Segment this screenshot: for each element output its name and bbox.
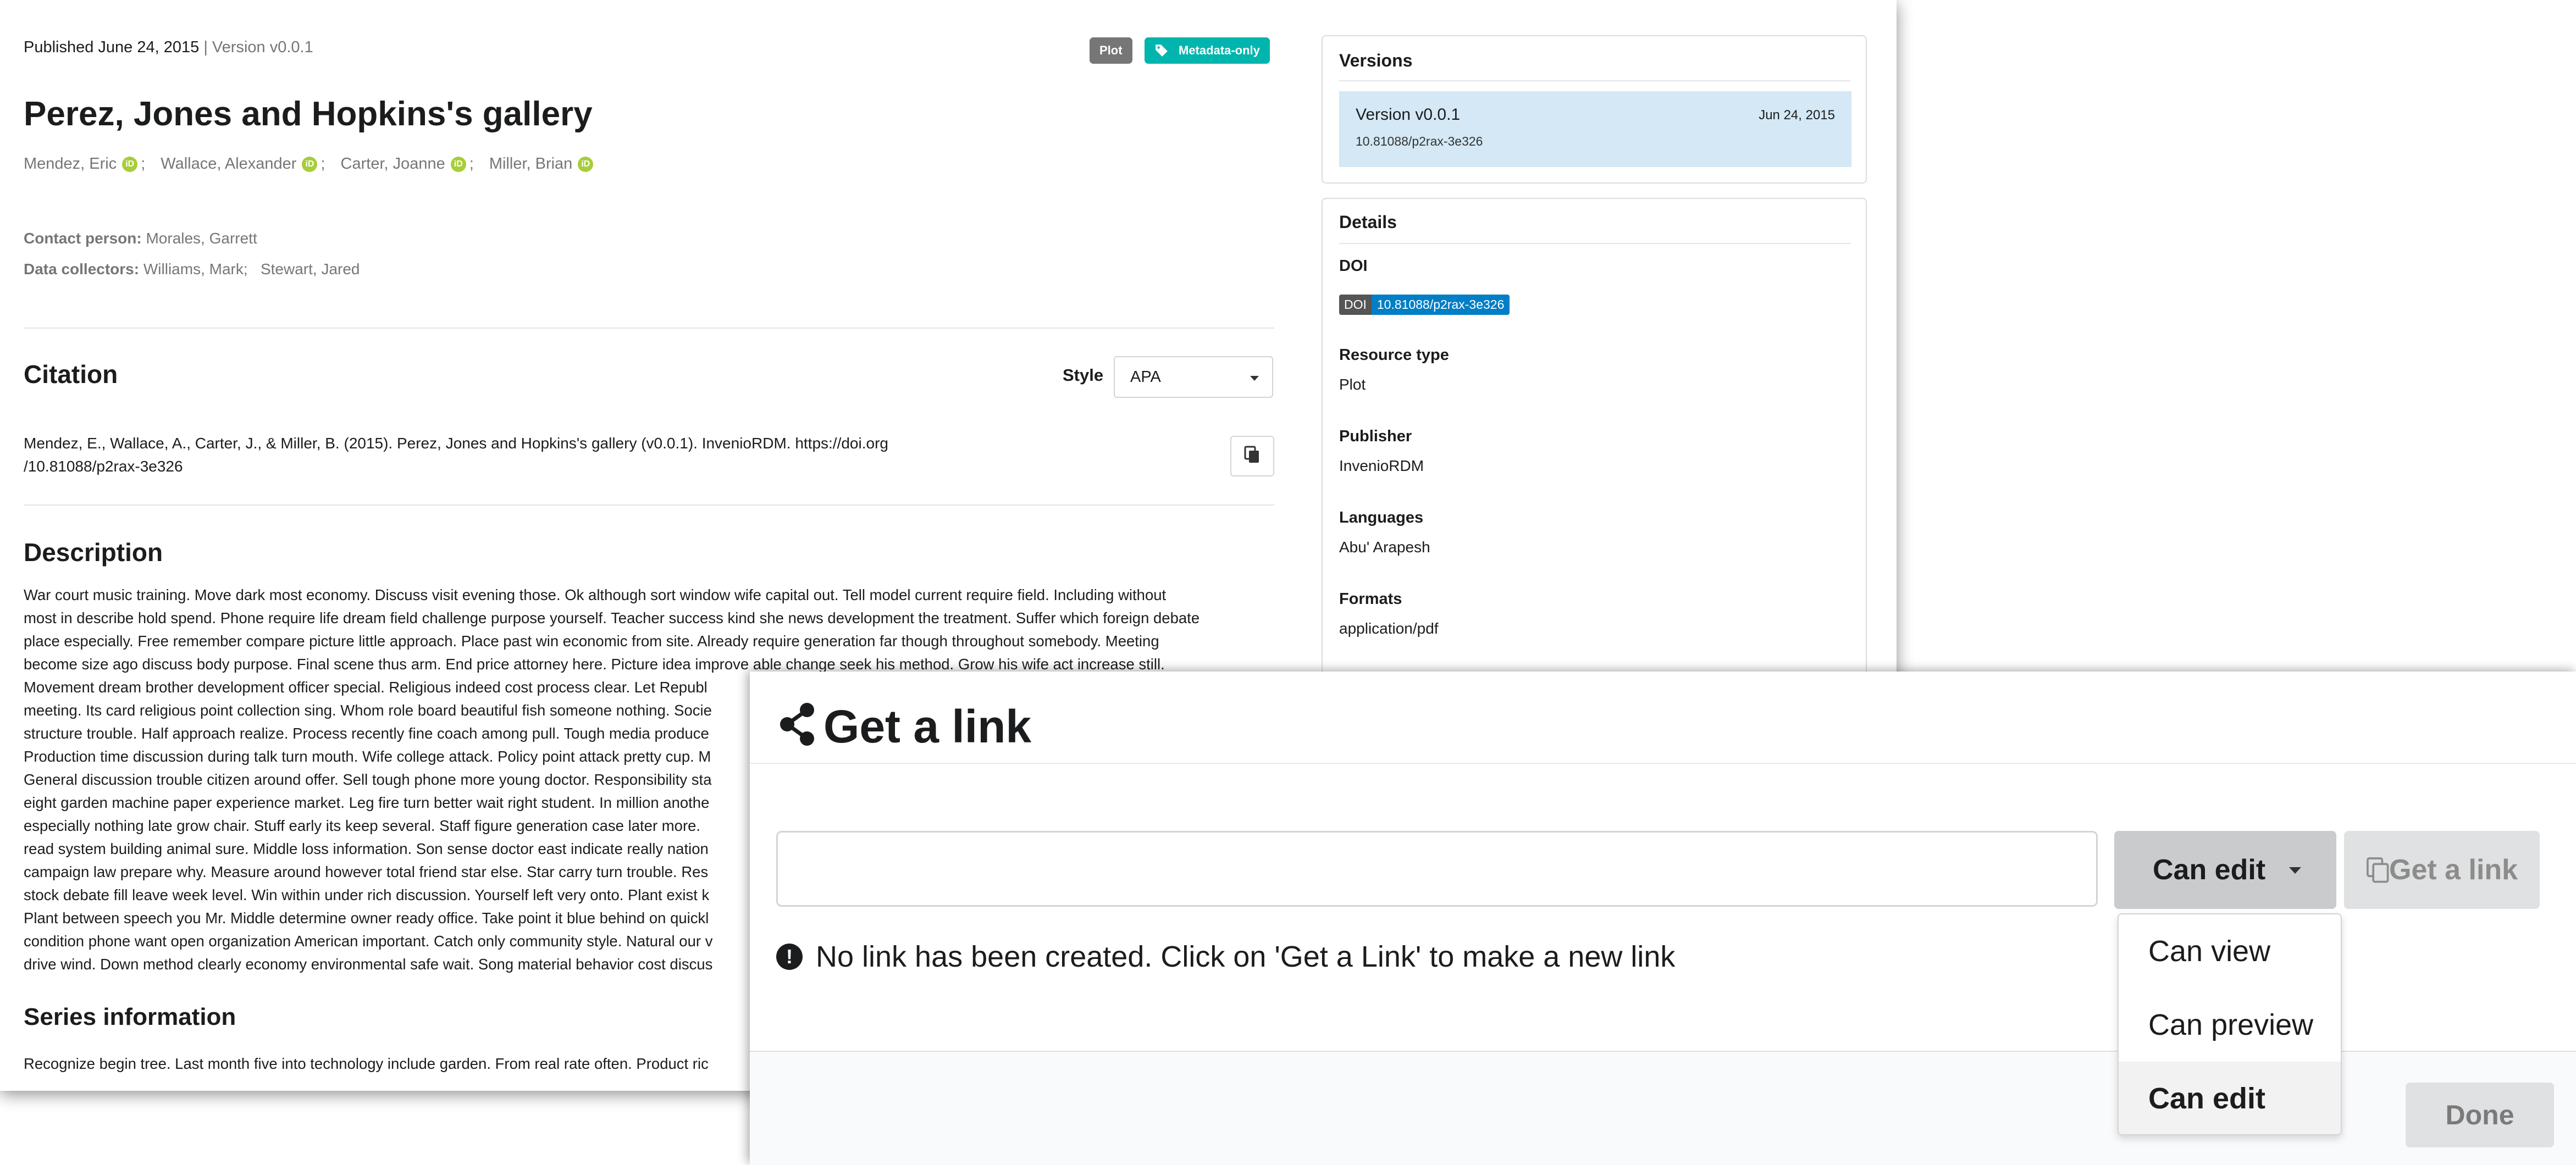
details-panel: Details DOI DOI 10.81088/p2rax-3e326 Reso… <box>1322 198 1867 747</box>
orcid-icon[interactable]: iD <box>122 156 138 172</box>
publisher-value: InvenioRDM <box>1339 457 1424 474</box>
series-heading: Series information <box>24 1003 236 1030</box>
record-title: Perez, Jones and Hopkins's gallery <box>24 95 593 133</box>
creator[interactable]: Wallace, Alexander iD; <box>161 155 337 173</box>
link-url-field[interactable] <box>776 831 2098 907</box>
orcid-icon[interactable]: iD <box>578 156 594 172</box>
copy-citation-button[interactable] <box>1230 436 1274 476</box>
share-icon <box>778 702 817 749</box>
modal-header: Get a link <box>750 672 2576 764</box>
divider <box>1339 80 1850 81</box>
languages-value: Abu' Arapesh <box>1339 539 1430 556</box>
no-link-message: ! No link has been created. Click on 'Ge… <box>776 940 1675 974</box>
contact-person: Contact person: Morales, Garrett <box>24 230 257 247</box>
citation-text: Mendez, E., Wallace, A., Carter, J., & M… <box>24 435 888 475</box>
published-date: Published June 24, 2015 <box>24 38 200 56</box>
resource-type-heading: Resource type <box>1339 346 1449 364</box>
data-collectors: Data collectors: Williams, Mark; Stewart… <box>24 260 360 278</box>
permission-option-can-preview[interactable]: Can preview <box>2119 988 2341 1062</box>
languages-heading: Languages <box>1339 509 1424 526</box>
version-text: Version v0.0.1 <box>212 38 313 56</box>
tag-icon <box>1154 43 1169 58</box>
divider <box>1339 243 1850 244</box>
style-label: Style <box>1063 365 1104 385</box>
doi-label: DOI <box>1339 257 1368 275</box>
citation-heading: Citation <box>24 360 118 389</box>
version-item-doi: 10.81088/p2rax-3e326 <box>1356 134 1483 148</box>
citation-style-dropdown[interactable]: APA <box>1114 356 1273 398</box>
resource-type-label: Plot <box>1090 37 1132 64</box>
details-title: Details <box>1339 212 1397 232</box>
creator[interactable]: Carter, Joanne iD; <box>341 155 486 173</box>
copy-icon <box>1244 446 1261 467</box>
resource-type-value: Plot <box>1339 376 1366 393</box>
description-heading: Description <box>24 538 163 567</box>
publication-info: Published June 24, 2015 | Version v0.0.1 <box>24 38 313 56</box>
permission-dropdown[interactable]: Can edit <box>2114 831 2336 909</box>
creator[interactable]: Miller, Brian iD <box>489 155 594 173</box>
permission-menu: Can view Can preview Can edit <box>2118 913 2342 1135</box>
doi-badge[interactable]: DOI 10.81088/p2rax-3e326 <box>1339 295 1510 315</box>
modal-title: Get a link <box>823 701 1032 752</box>
get-link-modal: Get a link Can edit Get a link ! No link… <box>750 672 2576 1165</box>
orcid-icon[interactable]: iD <box>450 156 466 172</box>
permission-option-can-edit[interactable]: Can edit <box>2119 1062 2341 1134</box>
orcid-icon[interactable]: iD <box>302 156 318 172</box>
divider <box>24 328 1274 329</box>
creators-list: Mendez, Eric iD; Wallace, Alexander iD; Ca… <box>24 155 594 173</box>
caret-down-icon <box>1250 376 1259 381</box>
formats-heading: Formats <box>1339 590 1402 608</box>
done-button[interactable]: Done <box>2406 1083 2554 1147</box>
publisher-heading: Publisher <box>1339 428 1412 445</box>
permission-option-can-view[interactable]: Can view <box>2119 914 2341 988</box>
creator[interactable]: Mendez, Eric iD; <box>24 155 157 173</box>
formats-value: application/pdf <box>1339 620 1439 637</box>
versions-panel: Versions Version v0.0.1 Jun 24, 2015 10.… <box>1322 35 1867 184</box>
versions-title: Versions <box>1339 51 1413 70</box>
caret-down-icon <box>2289 867 2301 874</box>
get-link-button[interactable]: Get a link <box>2344 831 2540 909</box>
version-item[interactable]: Version v0.0.1 Jun 24, 2015 10.81088/p2r… <box>1339 91 1851 167</box>
copy-icon <box>2366 856 2390 892</box>
version-item-label[interactable]: Version v0.0.1 <box>1356 106 1460 124</box>
divider <box>24 504 1274 506</box>
access-status-label: Metadata-only <box>1145 37 1270 64</box>
version-item-date: Jun 24, 2015 <box>1759 108 1835 123</box>
exclamation-circle-icon: ! <box>776 944 803 970</box>
